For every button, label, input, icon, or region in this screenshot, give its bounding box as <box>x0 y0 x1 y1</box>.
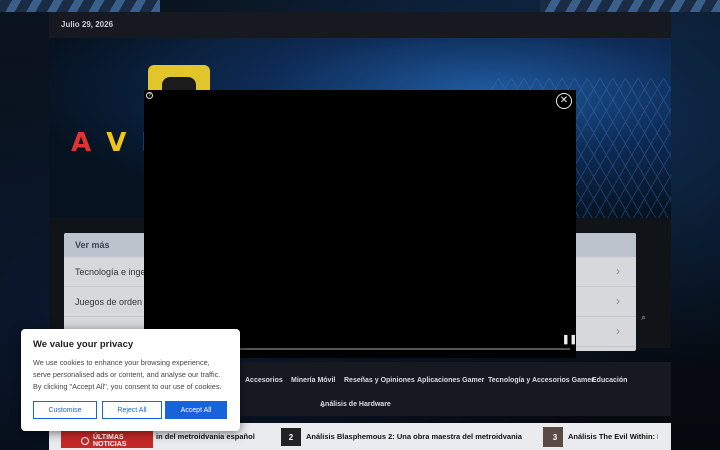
top-bar: Julio 29, 2026 <box>49 12 671 38</box>
nav-item-label: Análisis de Hardware <box>320 401 391 408</box>
top-stripes-right <box>540 0 720 12</box>
logo-letter: V <box>106 128 130 158</box>
ticker-badge: ÚLTIMAS NOTICIAS <box>61 428 153 448</box>
chevron-right-icon: › <box>616 264 620 278</box>
search-icon[interactable]: ⌕ <box>641 312 646 323</box>
ticker-number: 3 <box>552 433 558 442</box>
logo-letter: A <box>71 128 95 158</box>
ver-mas-item-label: Tecnología e inge <box>75 267 146 277</box>
help-icon[interactable]: ? <box>146 92 153 99</box>
customise-button[interactable]: Customise <box>33 401 97 419</box>
cookie-banner: We value your privacy We use cookies to … <box>21 329 240 431</box>
nav-item[interactable]: Tecnología y Accesorios Gamer <box>488 377 594 384</box>
ticker-item[interactable]: Análisis Blasphemous 2: Una obra maestra… <box>306 432 522 441</box>
chevron-right-icon: › <box>616 294 620 308</box>
ticker-badge-label: ÚLTIMAS NOTICIAS <box>93 434 127 448</box>
date-label: Julio 29, 2026 <box>61 20 114 29</box>
cookie-title: We value your privacy <box>33 339 134 350</box>
nav-item[interactable]: Reseñas y Opiniones <box>344 377 415 384</box>
chevron-right-icon: › <box>616 324 620 338</box>
ver-mas-item-label: Juegos de orden <box>75 297 143 307</box>
close-icon[interactable]: ✕ <box>556 93 572 109</box>
accept-all-button[interactable]: Accept All <box>165 401 227 419</box>
ticker-item[interactable]: Análisis The Evil Within: El <box>568 432 658 441</box>
top-stripes-left <box>0 0 160 12</box>
nav-item[interactable]: Minería Móvil <box>291 377 335 384</box>
ticker-item[interactable]: in del metroidvania español <box>156 432 255 441</box>
nav-item[interactable]: Aplicaciones Gamer <box>417 377 484 384</box>
cookie-text: We use cookies to enhance your browsing … <box>33 358 222 391</box>
chevron-down-icon: ⌄ <box>320 402 326 409</box>
video-overlay[interactable] <box>144 90 576 358</box>
nav-item[interactable]: Educación <box>592 377 627 384</box>
reject-all-button[interactable]: Reject All <box>102 401 162 419</box>
record-icon <box>81 437 89 445</box>
pause-icon[interactable]: ❚❚ <box>562 334 577 345</box>
nav-item[interactable]: Accesorios <box>245 377 283 384</box>
ticker-number: 2 <box>281 428 301 446</box>
